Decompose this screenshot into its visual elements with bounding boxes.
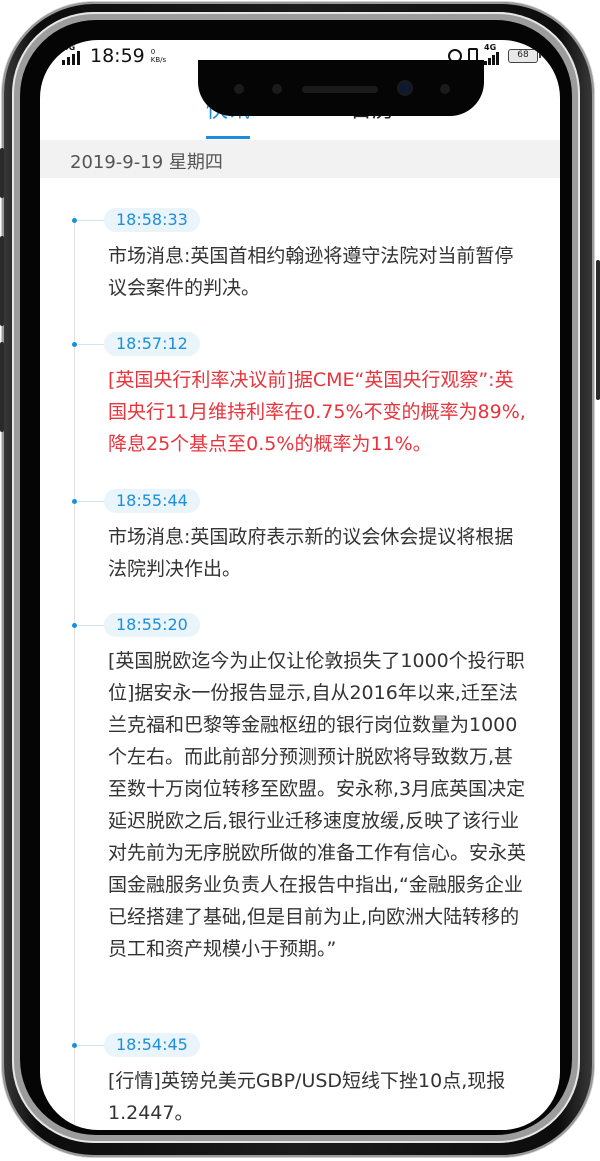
status-bar-left: 4G 18:59 0 KB/s: [62, 42, 167, 70]
news-time: 18:58:33: [104, 208, 200, 232]
status-time: 18:59: [90, 45, 145, 67]
mute-switch: [0, 148, 4, 198]
cellular-signal-icon: 4G: [62, 43, 84, 65]
timeline-dot: [72, 1043, 77, 1048]
timeline-dot: [72, 499, 77, 504]
active-tab-indicator: [206, 136, 250, 139]
timeline-connector: [78, 1045, 104, 1046]
news-text-important: [英国央行利率决议前]据CME“英国央行观察”:英国央行11月维持利率在0.75…: [108, 369, 526, 455]
news-time: 18:57:12: [104, 332, 200, 356]
battery-icon: 68: [508, 49, 541, 63]
news-text: 市场消息:英国政府表示新的议会休会提议将根据法院判决作出。: [108, 526, 514, 580]
app-screen: 4G 18:59 0 KB/s 4G 68 快讯 日历 2019-9-19 星期…: [40, 40, 560, 1130]
date-header: 2019-9-19 星期四: [70, 152, 223, 173]
news-text: [英国脱欧迄今为止仅让伦敦损失了1000个投行职位]据安永一份报告显示,自从20…: [108, 650, 527, 960]
news-time: 18:54:45: [104, 1033, 200, 1057]
timeline-connector: [78, 220, 104, 221]
sensor-dot: [440, 84, 450, 94]
timeline-dot: [72, 342, 77, 347]
cellular-signal-icon: 4G: [484, 43, 502, 65]
news-text: [行情]英镑兑美元GBP/USD短线下挫10点,现报1.2447。: [108, 1070, 506, 1124]
news-text: 市场消息:英国首相约翰逊将遵守法院对当前暂停议会案件的判决。: [108, 245, 514, 299]
camera-notch: [198, 60, 484, 116]
date-header-bar: 2019-9-19 星期四: [40, 140, 560, 178]
timeline-dot: [72, 218, 77, 223]
network-type-label: 4G: [484, 43, 497, 52]
timeline-dot: [72, 623, 77, 628]
timeline-connector: [78, 501, 104, 502]
volume-up-button: [0, 236, 4, 326]
earpiece-speaker: [302, 86, 378, 93]
sensor-dot: [272, 84, 282, 94]
sensor-dot: [234, 84, 244, 94]
timeline-connector: [78, 344, 104, 345]
power-button: [596, 260, 600, 400]
timeline-connector: [78, 625, 104, 626]
news-time: 18:55:20: [104, 613, 200, 637]
network-speed: 0 KB/s: [150, 48, 167, 64]
front-camera: [399, 82, 411, 94]
timeline-line: [74, 216, 75, 1130]
news-time: 18:55:44: [104, 489, 200, 513]
volume-down-button: [0, 342, 4, 432]
